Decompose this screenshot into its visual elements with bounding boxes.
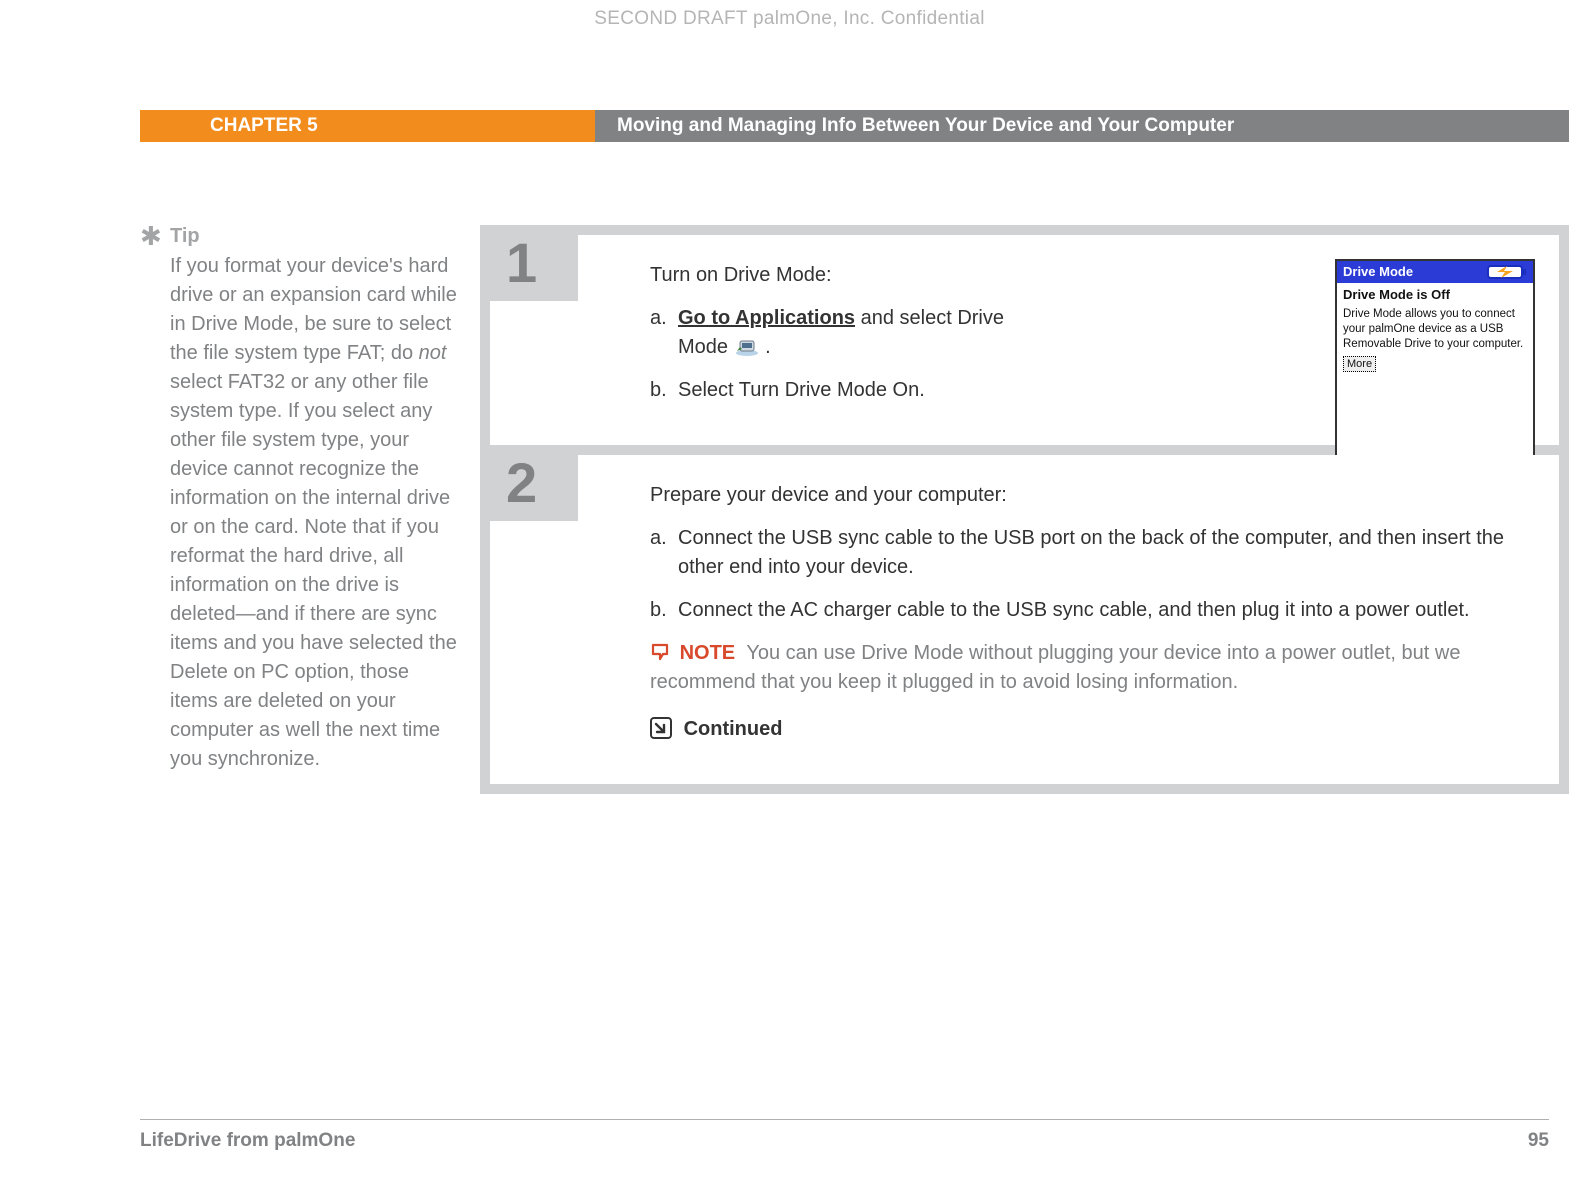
battery-icon bbox=[1487, 264, 1529, 280]
product-name: LifeDrive from palmOne bbox=[140, 1130, 355, 1152]
continued-label: Continued bbox=[684, 718, 783, 740]
note-row: NOTE You can use Drive Mode without plug… bbox=[650, 639, 1529, 697]
device-title-text: Drive Mode bbox=[1343, 264, 1413, 279]
step-1: 1 Turn on Drive Mode: a. Go to Applicati… bbox=[490, 235, 1559, 445]
continued-row: Continued bbox=[650, 715, 1529, 744]
step-number-badge: 1 bbox=[480, 235, 578, 301]
marker-b: b. bbox=[650, 596, 667, 625]
step-number: 2 bbox=[506, 451, 537, 514]
more-button[interactable]: More bbox=[1343, 356, 1376, 372]
note-text: You can use Drive Mode without plugging … bbox=[650, 642, 1460, 693]
tip-text-post: select FAT32 or any other file system ty… bbox=[170, 371, 457, 770]
step-2-text: Prepare your device and your computer: a… bbox=[650, 481, 1529, 744]
header-row: CHAPTER 5 Moving and Managing Info Betwe… bbox=[0, 110, 1579, 142]
chapter-label: CHAPTER 5 bbox=[140, 110, 595, 142]
tip-text-em: not bbox=[419, 342, 447, 364]
chapter-title: Moving and Managing Info Between Your De… bbox=[595, 110, 1569, 142]
step-2: 2 Prepare your device and your computer:… bbox=[490, 455, 1559, 784]
tip-text-pre: If you format your device's hard drive o… bbox=[170, 255, 457, 364]
tip-body: If you format your device's hard drive o… bbox=[170, 252, 460, 774]
content-area: ✱ Tip If you format your device's hard d… bbox=[170, 225, 1569, 794]
step-1-b: b. Select Turn Drive Mode On. bbox=[650, 376, 1050, 405]
step-2-a-text: Connect the USB sync cable to the USB po… bbox=[678, 527, 1504, 578]
marker-a: a. bbox=[650, 524, 667, 553]
step-1-text: Turn on Drive Mode: a. Go to Application… bbox=[650, 261, 1050, 405]
go-to-applications-link[interactable]: Go to Applications bbox=[678, 307, 855, 329]
step-number-badge: 2 bbox=[480, 455, 578, 521]
step-2-a: a. Connect the USB sync cable to the USB… bbox=[650, 524, 1529, 582]
marker-b: b. bbox=[650, 376, 667, 405]
note-icon bbox=[650, 641, 670, 659]
page-number: 95 bbox=[1528, 1130, 1549, 1152]
tip-sidebar: ✱ Tip If you format your device's hard d… bbox=[170, 225, 480, 794]
star-icon: ✱ bbox=[140, 221, 162, 252]
device-subtitle: Drive Mode is Off bbox=[1343, 287, 1527, 304]
tip-label: Tip bbox=[170, 225, 460, 248]
step-1-intro: Turn on Drive Mode: bbox=[650, 261, 1050, 290]
device-titlebar: Drive Mode bbox=[1337, 261, 1533, 283]
step-1-a: a. Go to Applications and select Drive M… bbox=[650, 304, 1050, 362]
note-label: NOTE bbox=[680, 642, 736, 664]
drive-mode-icon bbox=[734, 337, 760, 357]
device-description: Drive Mode allows you to connect your pa… bbox=[1343, 307, 1527, 352]
continued-arrow-icon bbox=[650, 717, 672, 739]
marker-a: a. bbox=[650, 304, 667, 333]
step-1-b-text: Select Turn Drive Mode On. bbox=[678, 379, 925, 401]
confidential-watermark: SECOND DRAFT palmOne, Inc. Confidential bbox=[594, 8, 984, 30]
step-2-b: b. Connect the AC charger cable to the U… bbox=[650, 596, 1529, 625]
step-number: 1 bbox=[506, 231, 537, 294]
step-1-a-end: . bbox=[760, 336, 771, 358]
page-footer: LifeDrive from palmOne 95 bbox=[140, 1119, 1549, 1152]
steps-panel: 1 Turn on Drive Mode: a. Go to Applicati… bbox=[480, 225, 1569, 794]
step-2-intro: Prepare your device and your computer: bbox=[650, 481, 1529, 510]
step-2-b-text: Connect the AC charger cable to the USB … bbox=[678, 599, 1470, 621]
